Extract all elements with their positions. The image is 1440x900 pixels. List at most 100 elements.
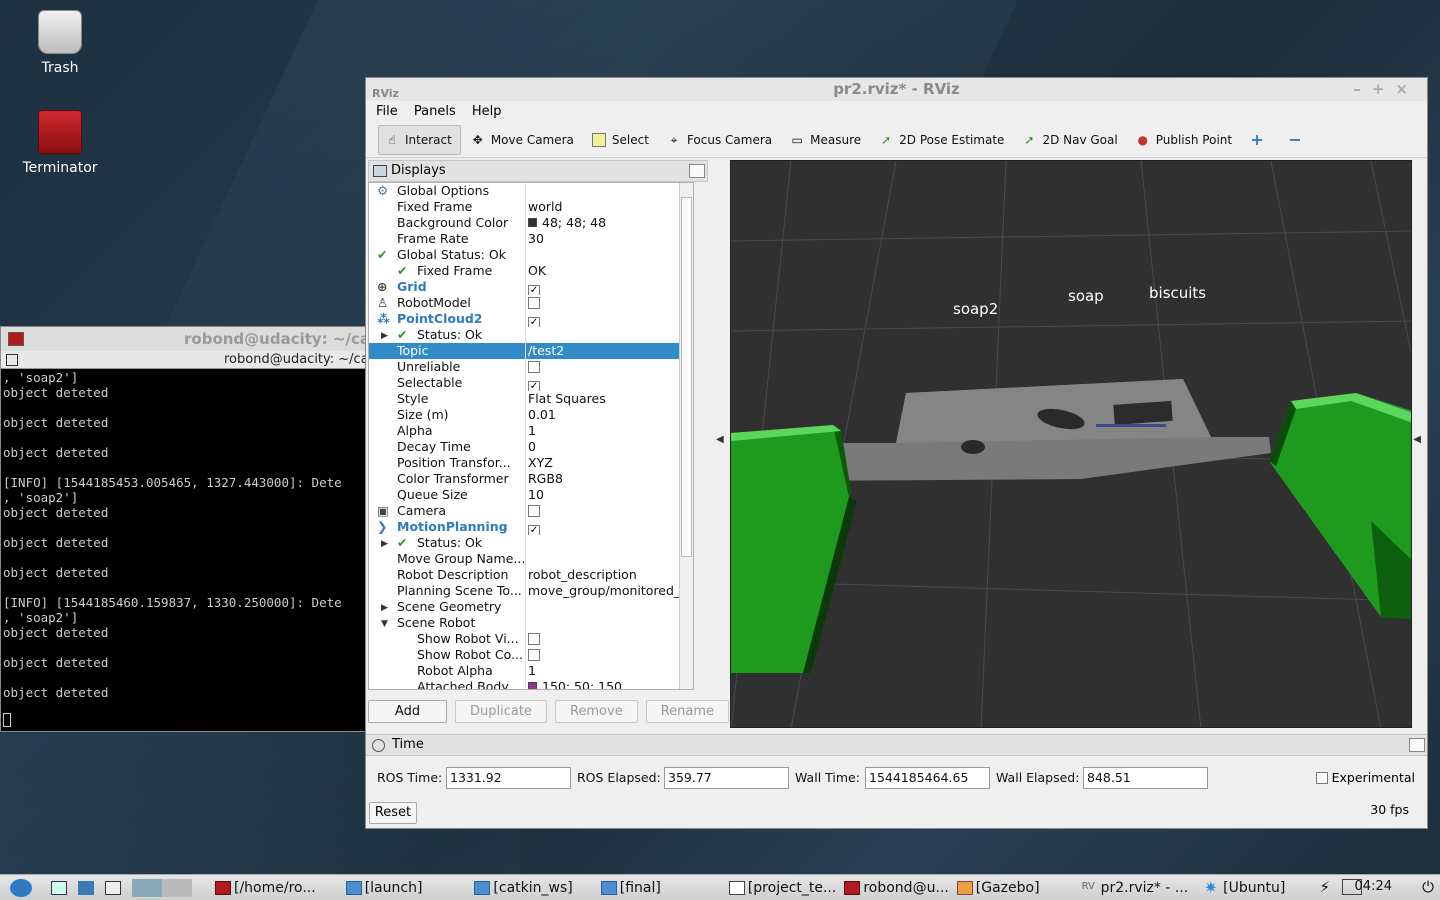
taskbar-item-launch[interactable]: [launch] bbox=[345, 880, 422, 896]
property-value[interactable] bbox=[526, 183, 693, 199]
close-icon[interactable]: × bbox=[1395, 80, 1419, 98]
expand-arrow-icon[interactable]: ▶ bbox=[381, 600, 388, 615]
property-row[interactable]: Show Robot Vi... bbox=[369, 631, 693, 647]
collapse-right-icon[interactable]: ◀ bbox=[1413, 434, 1421, 445]
taskbar-item-terminal[interactable]: [/home/ro... bbox=[215, 880, 316, 896]
property-value[interactable]: 48; 48; 48 bbox=[526, 215, 693, 231]
property-value[interactable]: robot_description bbox=[526, 567, 693, 583]
file-manager-launcher[interactable] bbox=[78, 880, 97, 895]
property-value[interactable] bbox=[526, 295, 693, 311]
property-row[interactable]: Fixed Frame world bbox=[369, 199, 693, 215]
property-row[interactable]: Selectable ✓ bbox=[369, 375, 693, 391]
checkbox[interactable]: ✓ bbox=[528, 285, 540, 295]
shutdown-icon[interactable]: ⏻ bbox=[1422, 878, 1434, 896]
checkbox[interactable] bbox=[528, 361, 540, 373]
property-row[interactable]: Robot Description robot_description bbox=[369, 567, 693, 583]
property-row[interactable]: Move Group Name... bbox=[369, 551, 693, 567]
render-3d-view[interactable]: soap2 soap biscuits bbox=[730, 160, 1412, 728]
property-row[interactable]: ♙ RobotModel bbox=[369, 295, 693, 311]
checkbox[interactable] bbox=[1315, 772, 1328, 784]
property-row[interactable]: Background Color 48; 48; 48 bbox=[369, 215, 693, 231]
wall-elapsed-field[interactable]: 848.51 bbox=[1083, 767, 1208, 789]
window-launcher[interactable] bbox=[105, 880, 124, 895]
taskbar-item-ubuntu[interactable]: ✷ [Ubuntu] bbox=[1204, 879, 1285, 896]
measure-button[interactable]: ▭ Measure bbox=[784, 125, 869, 155]
property-value[interactable] bbox=[526, 327, 693, 343]
focus-camera-button[interactable]: ⌖ Focus Camera bbox=[661, 125, 780, 155]
property-row[interactable]: ✔ Global Status: Ok bbox=[369, 247, 693, 263]
property-value[interactable]: XYZ bbox=[526, 455, 693, 471]
expand-arrow-icon[interactable]: ▶ bbox=[381, 328, 388, 343]
property-value[interactable]: 10 bbox=[526, 487, 693, 503]
property-row[interactable]: ✔ Fixed Frame OK bbox=[369, 263, 693, 279]
property-row[interactable]: Frame Rate 30 bbox=[369, 231, 693, 247]
property-value[interactable]: 1 bbox=[526, 663, 693, 679]
property-value[interactable]: ✓ bbox=[526, 375, 693, 391]
desktop-icon-terminator[interactable]: Terminator bbox=[15, 110, 105, 176]
property-row[interactable]: ▣ Camera bbox=[369, 503, 693, 519]
property-value[interactable]: 30 bbox=[526, 231, 693, 247]
property-value[interactable]: /test2 bbox=[526, 343, 693, 359]
remove-display-button[interactable]: Remove bbox=[554, 700, 638, 723]
terminal-titlebar[interactable]: robond@udacity: ~/ca bbox=[1, 327, 365, 351]
remove-tool-button[interactable]: − bbox=[1282, 125, 1316, 155]
property-value[interactable]: 0.01 bbox=[526, 407, 693, 423]
property-value[interactable] bbox=[526, 535, 693, 551]
property-value[interactable] bbox=[526, 615, 693, 631]
property-value[interactable]: ✓ bbox=[526, 279, 693, 295]
checkbox[interactable] bbox=[528, 633, 540, 645]
property-row[interactable]: Style Flat Squares bbox=[369, 391, 693, 407]
taskbar-item-gazebo[interactable]: [Gazebo] bbox=[956, 880, 1040, 896]
checkbox[interactable] bbox=[528, 505, 540, 517]
taskbar-item-final[interactable]: [final] bbox=[600, 880, 661, 896]
ros-elapsed-field[interactable]: 359.77 bbox=[664, 767, 789, 789]
property-row[interactable]: ▶ Scene Geometry bbox=[369, 599, 693, 615]
property-row[interactable]: Queue Size 10 bbox=[369, 487, 693, 503]
checkbox[interactable]: ✓ bbox=[528, 317, 540, 327]
rename-display-button[interactable]: Rename bbox=[645, 700, 730, 723]
desktop-icon-trash[interactable]: Trash bbox=[15, 10, 105, 76]
property-row[interactable]: Unreliable bbox=[369, 359, 693, 375]
property-row[interactable]: Color Transformer RGB8 bbox=[369, 471, 693, 487]
collapse-arrow-icon[interactable]: ▼ bbox=[381, 616, 388, 631]
property-value[interactable] bbox=[526, 631, 693, 647]
property-value[interactable] bbox=[526, 551, 693, 567]
property-row[interactable]: Attached Body... 150; 50; 150 bbox=[369, 679, 693, 689]
property-row[interactable]: Show Robot Co... bbox=[369, 647, 693, 663]
add-display-button[interactable]: Add bbox=[368, 700, 447, 723]
duplicate-display-button[interactable]: Duplicate bbox=[455, 700, 547, 723]
clock[interactable]: 04:24 bbox=[1355, 879, 1392, 894]
terminal-window[interactable]: robond@udacity: ~/ca robond@udacity: ~/c… bbox=[0, 326, 366, 732]
window-controls[interactable]: –+× bbox=[1353, 78, 1419, 101]
property-row[interactable]: Size (m) 0.01 bbox=[369, 407, 693, 423]
property-row[interactable]: ⁂ PointCloud2 ✓ bbox=[369, 311, 693, 327]
minimize-icon[interactable]: – bbox=[1353, 80, 1372, 98]
taskbar-item-project[interactable]: [project_te... bbox=[728, 880, 836, 896]
collapse-left-icon[interactable]: ◀ bbox=[716, 434, 724, 445]
checkbox[interactable]: ✓ bbox=[528, 381, 540, 391]
scrollbar-thumb[interactable] bbox=[681, 197, 692, 557]
move-camera-button[interactable]: ✥ Move Camera bbox=[465, 125, 582, 155]
property-value[interactable] bbox=[526, 503, 693, 519]
start-menu-button[interactable] bbox=[10, 878, 35, 897]
property-row[interactable]: ⚙ Global Options bbox=[369, 183, 693, 199]
displays-scrollbar[interactable] bbox=[679, 183, 693, 689]
interact-button[interactable]: ☝ Interact bbox=[378, 124, 461, 155]
float-panel-button[interactable] bbox=[689, 164, 705, 178]
property-value[interactable]: ✓ bbox=[526, 519, 693, 535]
property-row[interactable]: Position Transfor... XYZ bbox=[369, 455, 693, 471]
publish-point-button[interactable]: ● Publish Point bbox=[1130, 125, 1240, 155]
nav-goal-button[interactable]: ➚ 2D Nav Goal bbox=[1016, 125, 1125, 155]
rviz-window[interactable]: RViz pr2.rviz* - RViz –+× File Panels He… bbox=[365, 77, 1428, 829]
menu-panels[interactable]: Panels bbox=[414, 104, 456, 119]
float-panel-button[interactable] bbox=[1409, 738, 1425, 752]
property-value[interactable]: RGB8 bbox=[526, 471, 693, 487]
property-row[interactable]: ❯ MotionPlanning ✓ bbox=[369, 519, 693, 535]
add-tool-button[interactable]: + bbox=[1244, 125, 1278, 155]
show-desktop-button[interactable] bbox=[51, 880, 70, 895]
checkbox[interactable]: ✓ bbox=[528, 525, 540, 535]
property-value[interactable] bbox=[526, 247, 693, 263]
property-value[interactable]: ✓ bbox=[526, 311, 693, 327]
taskbar-item-catkin[interactable]: [catkin_ws] bbox=[474, 880, 573, 896]
property-value[interactable] bbox=[526, 599, 693, 615]
